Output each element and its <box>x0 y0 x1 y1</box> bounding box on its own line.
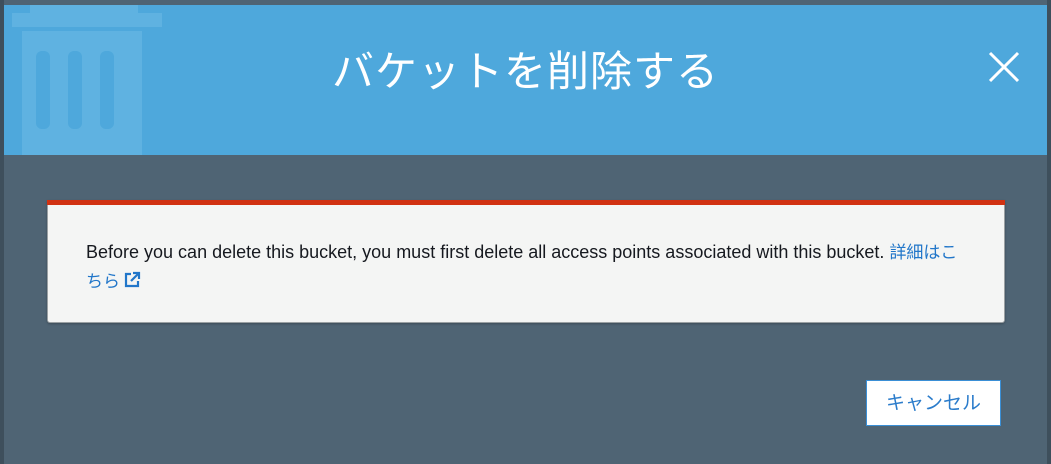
alert-accent-bar <box>47 200 1005 205</box>
alert-message: Before you can delete this bucket, you m… <box>86 238 966 296</box>
external-link-icon <box>124 271 141 288</box>
delete-bucket-dialog: バケットを削除する Before you can delete this buc… <box>4 5 1047 461</box>
alert-message-text: Before you can delete this bucket, you m… <box>86 242 885 262</box>
close-icon[interactable] <box>987 50 1021 84</box>
cancel-button[interactable]: キャンセル <box>866 380 1001 426</box>
error-alert: Before you can delete this bucket, you m… <box>47 200 1005 323</box>
dialog-title: バケットを削除する <box>331 47 719 96</box>
backdrop-right-edge <box>1047 0 1051 464</box>
dialog-header: バケットを削除する <box>4 5 1047 155</box>
